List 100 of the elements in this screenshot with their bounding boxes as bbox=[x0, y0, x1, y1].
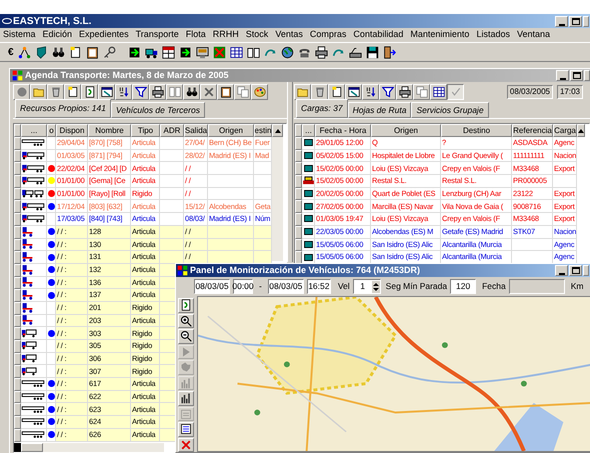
row-header[interactable] bbox=[14, 150, 21, 162]
row-header[interactable] bbox=[295, 226, 302, 238]
clipboard-icon[interactable] bbox=[86, 46, 99, 58]
column-header[interactable]: Referencia bbox=[512, 124, 553, 137]
menu-item[interactable]: Flota bbox=[186, 28, 206, 42]
network-icon[interactable] bbox=[18, 46, 31, 58]
row-header[interactable] bbox=[14, 416, 21, 429]
tab[interactable]: Vehículos de Terceros bbox=[111, 102, 205, 118]
table-icon[interactable] bbox=[230, 46, 243, 58]
input-field[interactable] bbox=[508, 279, 565, 294]
speed-spinner[interactable]: 1 bbox=[352, 279, 381, 294]
maximize-button[interactable] bbox=[570, 70, 583, 81]
date-field[interactable]: 08/03/05 bbox=[194, 279, 230, 294]
monitor-icon[interactable] bbox=[196, 46, 209, 58]
row-header[interactable] bbox=[14, 213, 21, 226]
tab[interactable]: Cargas: 37 bbox=[296, 99, 348, 118]
maximize-button[interactable] bbox=[569, 265, 582, 276]
menu-item[interactable]: Ventas bbox=[275, 28, 303, 42]
splitter[interactable] bbox=[287, 82, 293, 262]
cross-icon[interactable] bbox=[212, 46, 226, 58]
row-header[interactable] bbox=[14, 264, 21, 277]
time-field[interactable]: 17:03 bbox=[556, 84, 583, 98]
door-icon[interactable] bbox=[382, 46, 396, 58]
row-header[interactable] bbox=[14, 302, 21, 315]
close-button[interactable] bbox=[583, 265, 589, 276]
row-header[interactable] bbox=[295, 213, 302, 226]
menu-item[interactable]: Transporte bbox=[136, 28, 179, 42]
input-field[interactable]: 120 bbox=[450, 279, 476, 294]
note-icon[interactable] bbox=[68, 46, 82, 58]
printer-icon[interactable] bbox=[314, 46, 328, 58]
row-header[interactable] bbox=[295, 238, 302, 252]
menu-item[interactable]: Contabilidad bbox=[353, 28, 404, 42]
row-header[interactable] bbox=[14, 175, 21, 188]
column-header[interactable]: estin bbox=[254, 124, 272, 137]
maximize-button[interactable] bbox=[569, 16, 582, 26]
tab[interactable]: Servicios Grupaje bbox=[411, 102, 489, 118]
row-header[interactable] bbox=[14, 327, 21, 340]
row-header[interactable] bbox=[14, 314, 21, 328]
time-field[interactable]: 00:00 bbox=[233, 279, 253, 294]
shield-icon[interactable] bbox=[34, 46, 48, 58]
row-header[interactable] bbox=[14, 251, 21, 264]
close-button[interactable] bbox=[583, 16, 589, 26]
column-header[interactable]: Carga bbox=[553, 124, 577, 137]
date-field[interactable]: 08/03/05 bbox=[268, 279, 304, 294]
row-header[interactable] bbox=[295, 150, 302, 162]
row-header[interactable] bbox=[295, 137, 302, 150]
column-header[interactable]: Nombre bbox=[88, 124, 131, 137]
menu-item[interactable]: Expedientes bbox=[79, 28, 129, 42]
close-button[interactable] bbox=[584, 70, 590, 81]
menu-item[interactable]: Sistema bbox=[3, 28, 36, 42]
menu-item[interactable]: Listados bbox=[476, 28, 510, 42]
row-header[interactable] bbox=[14, 352, 21, 366]
scroll-up-button[interactable] bbox=[272, 124, 283, 137]
row-header[interactable] bbox=[14, 390, 21, 404]
book-icon[interactable] bbox=[246, 46, 260, 58]
column-header[interactable]: Destino bbox=[441, 124, 512, 137]
tab[interactable]: Recursos Propios: 141 bbox=[15, 99, 111, 118]
row-header[interactable] bbox=[14, 188, 21, 200]
row-header[interactable] bbox=[14, 226, 21, 238]
row-header[interactable] bbox=[14, 340, 21, 353]
arrow-icon[interactable] bbox=[128, 46, 141, 58]
binoculars-icon[interactable] bbox=[52, 46, 65, 58]
column-header[interactable]: o bbox=[47, 124, 56, 137]
minimize-button[interactable] bbox=[555, 16, 568, 26]
row-header[interactable] bbox=[14, 137, 21, 150]
calendar-icon[interactable] bbox=[162, 46, 175, 58]
save-icon[interactable] bbox=[366, 46, 379, 58]
column-header[interactable]: ... bbox=[302, 124, 315, 137]
column-header[interactable]: Salida bbox=[184, 124, 208, 137]
euro-button[interactable]: € bbox=[8, 44, 14, 60]
row-header[interactable] bbox=[295, 175, 302, 188]
tab[interactable]: Hojas de Ruta bbox=[348, 102, 412, 118]
menu-item[interactable]: Ventana bbox=[516, 28, 550, 42]
date-field[interactable]: 08/03/2005 bbox=[506, 84, 553, 98]
row-header[interactable] bbox=[14, 238, 21, 252]
key-icon[interactable] bbox=[102, 46, 116, 58]
column-header[interactable]: ADR bbox=[160, 124, 184, 137]
column-header[interactable]: ... bbox=[21, 124, 47, 137]
menu-item[interactable]: Mantenimiento bbox=[410, 28, 470, 42]
menu-item[interactable]: Compras bbox=[310, 28, 346, 42]
row-header[interactable] bbox=[295, 162, 302, 176]
row-header[interactable] bbox=[295, 188, 302, 200]
row-header[interactable] bbox=[295, 200, 302, 214]
row-header[interactable] bbox=[14, 378, 21, 391]
column-header[interactable]: Dispon bbox=[56, 124, 88, 137]
row-header[interactable] bbox=[14, 365, 21, 378]
arrow-icon[interactable] bbox=[178, 46, 192, 58]
row-header[interactable] bbox=[14, 200, 21, 214]
globe-icon[interactable] bbox=[280, 46, 294, 58]
row-header[interactable] bbox=[14, 276, 21, 290]
menu-item[interactable]: Stock bbox=[246, 28, 268, 42]
menu-item[interactable]: RRHH bbox=[212, 28, 239, 42]
time-field[interactable]: 16:52 bbox=[306, 279, 331, 294]
spinner-arrows-icon[interactable] bbox=[372, 280, 380, 292]
row-header[interactable] bbox=[14, 162, 21, 176]
column-header[interactable]: Origen bbox=[208, 124, 254, 137]
scroll-up-button[interactable] bbox=[577, 124, 585, 137]
column-header[interactable]: Tipo bbox=[131, 124, 160, 137]
menu-item[interactable]: Edición bbox=[42, 28, 72, 42]
minimize-button[interactable] bbox=[556, 70, 569, 81]
